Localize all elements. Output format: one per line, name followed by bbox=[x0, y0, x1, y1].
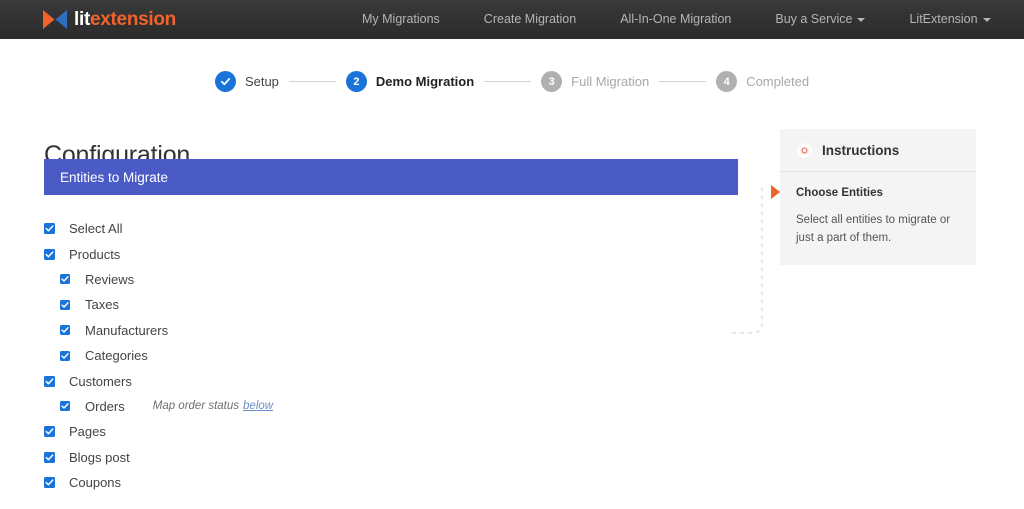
step-demo-migration-circle: 2 bbox=[345, 71, 367, 92]
logo-wordmark: litextension bbox=[74, 9, 176, 30]
checkbox-products[interactable] bbox=[44, 248, 55, 260]
entity-row-reviews[interactable]: Reviews bbox=[44, 267, 738, 292]
step-setup-label: Setup bbox=[244, 74, 279, 89]
entity-row-select-all[interactable]: Select All bbox=[44, 216, 738, 241]
nav-label: LitExtension bbox=[909, 12, 978, 26]
step-setup-circle bbox=[214, 71, 236, 92]
litextension-logo[interactable]: litextension bbox=[42, 7, 176, 32]
entity-label: Blogs post bbox=[69, 449, 130, 465]
nav-item-my-migrations[interactable]: My Migrations bbox=[340, 0, 462, 39]
step-full-migration-label: Full Migration bbox=[571, 74, 650, 89]
chevron-down-icon bbox=[982, 17, 991, 22]
checkbox-orders[interactable] bbox=[60, 401, 70, 412]
nav-item-account-litextension[interactable]: LitExtension bbox=[887, 0, 1012, 39]
checkbox-pages[interactable] bbox=[44, 426, 55, 438]
checkbox-manufacturers[interactable] bbox=[60, 325, 70, 336]
checkbox-select-all[interactable] bbox=[44, 223, 55, 235]
nav-label: Buy a Service bbox=[775, 12, 853, 26]
instructions-header: Instructions bbox=[780, 129, 976, 172]
main-navigation: My Migrations Create Migration All-In-On… bbox=[340, 0, 1013, 39]
entities-checkbox-list: Select All Products Reviews Taxes Manufa… bbox=[44, 216, 738, 495]
checkbox-categories[interactable] bbox=[60, 350, 70, 361]
litextension-bowtie-logo-icon bbox=[42, 9, 68, 30]
entity-label: Orders bbox=[85, 398, 125, 414]
entity-row-orders[interactable]: Orders Map order status below bbox=[44, 394, 738, 419]
entity-label: Reviews bbox=[85, 271, 135, 287]
entity-row-blogs-post[interactable]: Blogs post bbox=[44, 445, 738, 470]
nav-item-create-migration[interactable]: Create Migration bbox=[462, 0, 598, 39]
entity-row-customers[interactable]: Customers bbox=[44, 368, 738, 393]
checkbox-blogs-post[interactable] bbox=[44, 451, 55, 463]
entity-row-taxes[interactable]: Taxes bbox=[44, 292, 738, 317]
nav-label: My Migrations bbox=[362, 12, 440, 26]
step-full-migration-circle: 3 bbox=[541, 71, 563, 92]
logo-word-lit: lit bbox=[74, 9, 90, 30]
checkbox-taxes[interactable] bbox=[60, 299, 70, 310]
entity-row-manufacturers[interactable]: Manufacturers bbox=[44, 318, 738, 343]
instructions-item-text: Select all entities to migrate or just a… bbox=[796, 214, 951, 244]
instructions-title: Instructions bbox=[822, 142, 900, 158]
entity-label: Coupons bbox=[69, 475, 122, 491]
entity-label: Customers bbox=[69, 373, 132, 389]
entity-row-pages[interactable]: Pages bbox=[44, 419, 738, 444]
entity-row-coupons[interactable]: Coupons bbox=[44, 470, 738, 495]
order-status-hint: Map order status below bbox=[153, 400, 273, 412]
step-demo-migration-label: Demo Migration bbox=[375, 74, 475, 89]
step-completed[interactable]: 4 Completed bbox=[716, 71, 809, 92]
entity-label: Categories bbox=[85, 348, 148, 364]
chevron-down-icon bbox=[857, 17, 866, 22]
instructions-item-title: Choose Entities bbox=[796, 187, 883, 199]
entity-label: Pages bbox=[69, 424, 106, 440]
order-status-hint-link[interactable]: below bbox=[243, 400, 273, 412]
instructions-body: Choose Entities Select all entities to m… bbox=[780, 172, 976, 265]
checkbox-reviews[interactable] bbox=[60, 274, 70, 285]
step-connector-line bbox=[659, 81, 707, 82]
entity-label: Taxes bbox=[85, 297, 119, 313]
step-full-migration[interactable]: 3 Full Migration bbox=[541, 71, 649, 92]
step-connector-line bbox=[484, 81, 532, 82]
step-completed-label: Completed bbox=[746, 74, 810, 89]
entity-row-products[interactable]: Products bbox=[44, 241, 738, 266]
step-setup[interactable]: Setup bbox=[214, 71, 279, 92]
check-icon bbox=[220, 78, 231, 86]
entity-label: Manufacturers bbox=[85, 322, 169, 338]
nav-item-all-in-one-migration[interactable]: All-In-One Migration bbox=[598, 0, 753, 39]
instructions-panel: Instructions Choose Entities Select all … bbox=[771, 129, 976, 265]
step-demo-migration[interactable]: 2 Demo Migration bbox=[345, 71, 475, 92]
order-status-hint-text: Map order status bbox=[152, 400, 240, 413]
instructions-pointer-arrow-icon bbox=[771, 185, 780, 199]
entities-to-migrate-header: Entities to Migrate bbox=[44, 159, 738, 195]
step-connector-line bbox=[288, 81, 336, 82]
entity-row-categories[interactable]: Categories bbox=[44, 343, 738, 368]
checkbox-customers[interactable] bbox=[44, 375, 55, 387]
step-completed-circle: 4 bbox=[716, 71, 738, 92]
entity-label: Select All bbox=[69, 221, 123, 237]
site-header: litextension My Migrations Create Migrat… bbox=[0, 0, 1024, 39]
nav-item-buy-a-service[interactable]: Buy a Service bbox=[753, 0, 887, 39]
checkbox-coupons[interactable] bbox=[44, 477, 55, 489]
entity-label: Products bbox=[69, 246, 121, 262]
lifebuoy-icon bbox=[796, 142, 813, 158]
nav-label: All-In-One Migration bbox=[620, 12, 732, 26]
entities-to-migrate-label: Entities to Migrate bbox=[60, 169, 169, 185]
logo-word-extension: extension bbox=[90, 9, 176, 30]
nav-label: Create Migration bbox=[483, 12, 577, 26]
migration-progress-stepper: Setup 2 Demo Migration 3 Full Migration … bbox=[0, 71, 1024, 92]
